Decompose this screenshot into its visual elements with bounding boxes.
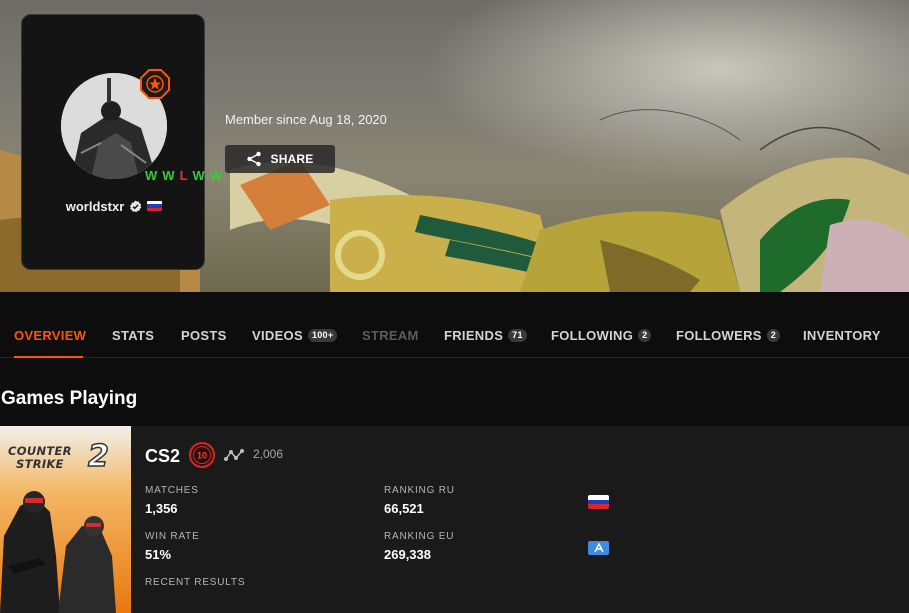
result-item: W <box>162 168 175 183</box>
cover-line-2-text: STRIKE <box>16 457 64 471</box>
recent-results: W W L W W <box>145 168 222 183</box>
verified-icon <box>130 199 142 212</box>
profile-card: worldstxr <box>21 14 205 270</box>
skill-level-badge-icon: 10 <box>189 442 215 468</box>
share-button[interactable]: SHARE <box>225 145 335 173</box>
country-flag-icon <box>147 201 163 211</box>
cover-line-2: STRIKE <box>8 458 72 471</box>
skill-level-text: 10 <box>197 451 207 461</box>
tab-label: FOLLOWING <box>551 328 634 343</box>
win-rate-value: 51% <box>145 547 172 562</box>
ranking-ru-label: RANKING RU <box>384 485 455 496</box>
country-ranking-flag-icon <box>588 495 609 509</box>
tab-followers[interactable]: FOLLOWERS 2 <box>676 328 781 343</box>
tab-count-badge: 2 <box>766 329 781 342</box>
level-badge-icon <box>140 69 170 99</box>
share-icon <box>247 151 262 167</box>
result-item: L <box>179 168 188 183</box>
tab-posts[interactable]: POSTS <box>181 328 227 343</box>
share-label: SHARE <box>270 152 314 166</box>
game-cover-title: COUNTER STRIKE <box>8 445 72 471</box>
ranking-ru-value[interactable]: 66,521 <box>384 501 424 516</box>
tab-videos[interactable]: VIDEOS 100+ <box>252 328 338 343</box>
region-eu-icon <box>588 541 609 555</box>
tab-friends[interactable]: FRIENDS 71 <box>444 328 527 343</box>
ranking-eu-value[interactable]: 269,338 <box>384 547 431 562</box>
game-card[interactable]: COUNTER STRIKE 2 CS2 10 2,006 MATCHES 1,… <box>0 426 909 613</box>
tab-label: VIDEOS <box>252 328 303 343</box>
elo-trend-icon <box>224 449 244 461</box>
ranking-eu-label: RANKING EU <box>384 531 455 542</box>
section-title: Games Playing <box>1 388 138 409</box>
recent-results-label: RECENT RESULTS <box>145 577 246 588</box>
username[interactable]: worldstxr <box>66 199 125 214</box>
profile-tabs: OVERVIEW STATS POSTS VIDEOS 100+ STREAM … <box>0 292 909 358</box>
tab-stats[interactable]: STATS <box>112 328 154 343</box>
tab-label: STREAM <box>362 328 419 343</box>
tab-label: INVENTORY <box>803 328 881 343</box>
tab-label: OVERVIEW <box>14 328 87 343</box>
tab-count-badge: 71 <box>508 329 527 342</box>
tab-count-badge: 2 <box>638 329 652 342</box>
tab-count-badge: 100+ <box>307 329 338 342</box>
result-item: W <box>209 168 223 183</box>
matches-value: 1,356 <box>145 501 178 516</box>
tab-inventory[interactable]: INVENTORY <box>803 328 881 343</box>
game-cover-image: COUNTER STRIKE 2 <box>0 426 131 613</box>
result-item: W <box>145 168 158 183</box>
tab-overview[interactable]: OVERVIEW <box>14 328 86 343</box>
member-since-text: Member since Aug 18, 2020 <box>225 112 387 127</box>
tab-label: POSTS <box>181 328 227 343</box>
tab-label: STATS <box>112 328 155 343</box>
tab-stream: STREAM <box>362 328 419 343</box>
elo-value: 2,006 <box>253 447 284 461</box>
username-row: worldstxr <box>22 196 206 216</box>
active-tab-indicator <box>14 356 83 358</box>
game-name[interactable]: CS2 <box>145 446 180 467</box>
tab-label: FOLLOWERS <box>676 328 762 343</box>
tab-label: FRIENDS <box>444 328 504 343</box>
result-item: W <box>192 168 205 183</box>
matches-label: MATCHES <box>145 485 199 496</box>
tab-following[interactable]: FOLLOWING 2 <box>551 328 652 343</box>
win-rate-label: WIN RATE <box>145 531 200 542</box>
cover-number: 2 <box>87 439 109 474</box>
